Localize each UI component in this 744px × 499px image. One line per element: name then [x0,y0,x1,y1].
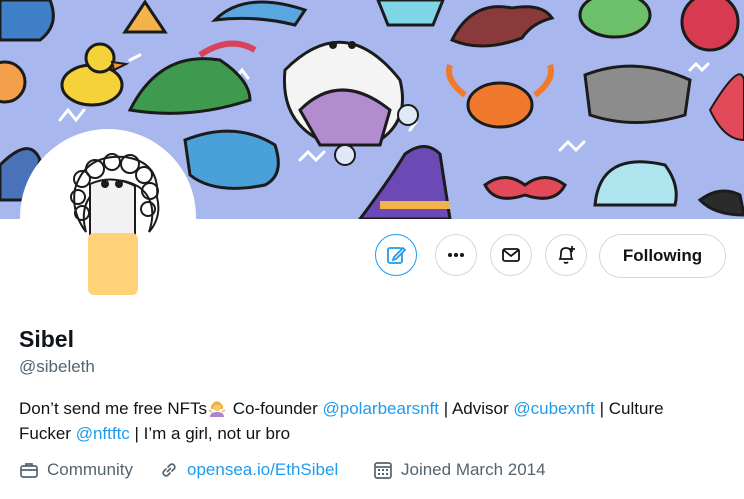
category-item: Community [19,460,133,480]
mention-link[interactable]: @nftftc [76,424,130,443]
message-button[interactable] [490,234,532,276]
calendar-icon [374,462,392,479]
woman-shrugging-emoji-icon [208,401,226,417]
bio-text: Co-founder [228,399,323,418]
user-handle: @sibeleth [19,357,95,376]
notifications-button[interactable] [545,234,587,276]
bio-text: Don’t send me free NFTs [19,399,208,418]
display-name: Sibel [19,326,74,352]
bell-plus-icon [558,246,575,264]
website-item: opensea.io/EthSibel [159,460,338,480]
link-icon [162,463,176,477]
profile-actions: Following [0,234,744,278]
more-icon [448,253,464,257]
joined-item: Joined March 2014 [373,460,546,480]
joined-date: Joined March 2014 [401,460,546,479]
avatar-drawing [70,153,160,295]
profile-avatar[interactable] [20,129,196,305]
edit-profile-button[interactable] [375,234,417,276]
profile-bio: Don’t send me free NFTs Co-founder @pola… [19,396,719,446]
briefcase-icon [20,463,38,478]
edit-icon [387,246,406,264]
following-button[interactable]: Following [599,234,726,278]
category-label: Community [47,460,133,479]
bio-text: | I’m a girl, not ur bro [129,424,291,443]
bio-text: | Advisor [439,399,514,418]
mail-icon [502,248,520,262]
more-button[interactable] [435,234,477,276]
mention-link[interactable]: @polarbearsnft [323,399,440,418]
mention-link[interactable]: @cubexnft [513,399,595,418]
website-link[interactable]: opensea.io/EthSibel [187,460,338,480]
